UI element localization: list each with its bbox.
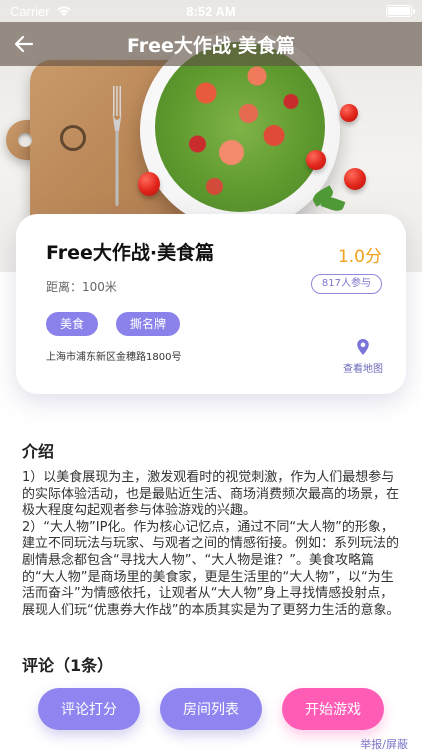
comments-heading: 评论（1条）: [22, 656, 114, 675]
map-pin-icon: [357, 339, 369, 355]
distance-label: 距离：100米: [46, 280, 117, 294]
report-block-link[interactable]: 举报/屏蔽: [360, 736, 408, 750]
view-map-button[interactable]: 查看地图: [342, 338, 384, 375]
participants-badge: 817人参与: [310, 274, 382, 294]
activity-score: 1.0分: [337, 247, 382, 267]
cherry-tomato: [138, 172, 160, 196]
room-list-button[interactable]: 房间列表: [160, 688, 262, 730]
intro-heading: 介绍: [22, 442, 55, 461]
rate-comment-button[interactable]: 评论打分: [38, 688, 140, 730]
cherry-tomato: [306, 150, 326, 170]
cherry-tomato: [340, 104, 358, 122]
activity-title: Free大作战·美食篇: [46, 242, 215, 264]
battery-icon: [386, 5, 415, 17]
back-arrow-icon[interactable]: [12, 32, 36, 56]
start-game-button[interactable]: 开始游戏: [282, 688, 384, 730]
nav-title: Free大作战·美食篇: [126, 34, 296, 57]
tag-food[interactable]: 美食: [46, 312, 99, 336]
activity-info-card: Free大作战·美食篇 1.0分 距离：100米 817人参与 美食 撕名牌 上…: [16, 214, 406, 394]
board-logo: [60, 125, 86, 151]
navigation-bar: Free大作战·美食篇: [0, 22, 422, 66]
board-hole: [18, 133, 32, 147]
status-time: 8:52 AM: [186, 3, 236, 19]
status-bar: Carrier 8:52 AM: [0, 0, 422, 22]
salad: [155, 42, 325, 212]
fork-icon: [112, 86, 122, 206]
view-map-label: 查看地图: [343, 364, 383, 375]
intro-body: 1）以美食展现为主，激发观看时的视觉刺激，作为人们最想参与的实际体验活动，也是最…: [22, 470, 400, 618]
cherry-tomato: [344, 168, 366, 190]
address-label: 上海市浦东新区金穗路1800号: [46, 352, 182, 363]
tag-name-tag-tearing[interactable]: 撕名牌: [116, 312, 181, 336]
